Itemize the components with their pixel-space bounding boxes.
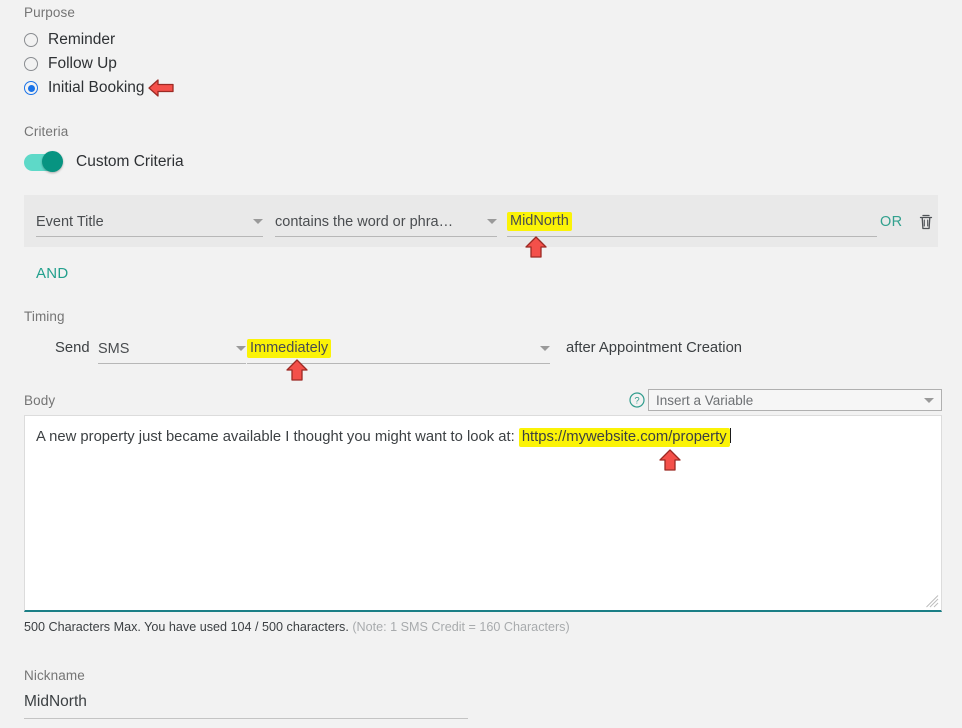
radio-indicator[interactable]	[24, 81, 38, 95]
criteria-value-input[interactable]: MidNorth	[507, 207, 877, 237]
purpose-section-label: Purpose	[24, 5, 75, 20]
arrow-initial-booking-icon	[148, 78, 174, 98]
timing-suffix-text: after Appointment Creation	[566, 340, 743, 356]
custom-criteria-toggle[interactable]	[24, 151, 63, 172]
text-cursor	[729, 428, 731, 443]
criteria-value-text: MidNorth	[507, 212, 572, 231]
chevron-down-icon	[236, 346, 246, 351]
chevron-down-icon	[487, 219, 497, 224]
send-timing-value: Immediately	[247, 339, 332, 358]
body-section-label: Body	[24, 393, 56, 408]
criteria-operator-select[interactable]: contains the word or phra…	[275, 207, 497, 237]
criteria-field-select[interactable]: Event Title	[36, 207, 263, 237]
character-count-note: 500 Characters Max. You have used 104 / …	[24, 620, 570, 634]
chevron-down-icon	[924, 397, 934, 403]
or-link[interactable]: OR	[880, 214, 902, 230]
custom-criteria-toggle-row[interactable]: Custom Criteria	[24, 151, 184, 172]
message-body-text: A new property just became available I t…	[36, 427, 926, 447]
help-circle-icon[interactable]: ?	[629, 392, 645, 408]
radio-label: Reminder	[48, 31, 116, 48]
message-body-plain: A new property just became available I t…	[36, 429, 519, 445]
chevron-down-icon	[540, 346, 550, 351]
criteria-row: Event Title contains the word or phra… M…	[24, 195, 938, 247]
trash-icon[interactable]	[917, 213, 935, 231]
arrow-url-icon	[658, 449, 682, 471]
criteria-operator-value: contains the word or phra…	[275, 213, 454, 230]
resize-handle-icon[interactable]	[926, 595, 939, 608]
svg-text:?: ?	[634, 396, 639, 407]
send-label: Send	[55, 340, 90, 356]
message-body-url: https://mywebsite.com/property	[518, 428, 730, 447]
nickname-value: MidNorth	[24, 693, 87, 710]
radio-indicator[interactable]	[24, 57, 38, 71]
insert-variable-label: Insert a Variable	[656, 392, 754, 408]
send-channel-value: SMS	[98, 340, 130, 357]
radio-option-initial-booking[interactable]: Initial Booking	[24, 77, 145, 99]
criteria-section-label: Criteria	[24, 124, 69, 139]
custom-criteria-label: Custom Criteria	[76, 153, 184, 170]
arrow-midnorth-icon	[524, 236, 548, 258]
radio-indicator[interactable]	[24, 33, 38, 47]
and-link[interactable]: AND	[36, 265, 69, 282]
radio-option-follow-up[interactable]: Follow Up	[24, 53, 117, 75]
send-channel-select[interactable]: SMS	[98, 334, 246, 364]
timing-section-label: Timing	[24, 309, 65, 324]
nickname-input[interactable]: MidNorth	[24, 693, 468, 719]
insert-variable-select[interactable]: Insert a Variable	[648, 389, 942, 411]
arrow-immediately-icon	[285, 359, 309, 381]
character-count-main: 500 Characters Max. You have used 104 / …	[24, 620, 349, 634]
chevron-down-icon	[253, 219, 263, 224]
automation-form: Purpose Reminder Follow Up Initial Booki…	[0, 0, 962, 728]
radio-label: Follow Up	[48, 55, 117, 72]
message-body-textarea[interactable]: A new property just became available I t…	[24, 415, 942, 612]
criteria-field-value: Event Title	[36, 213, 104, 230]
character-count-secondary: (Note: 1 SMS Credit = 160 Characters)	[352, 620, 570, 634]
radio-option-reminder[interactable]: Reminder	[24, 29, 115, 51]
nickname-section-label: Nickname	[24, 668, 85, 683]
radio-label: Initial Booking	[48, 79, 145, 96]
